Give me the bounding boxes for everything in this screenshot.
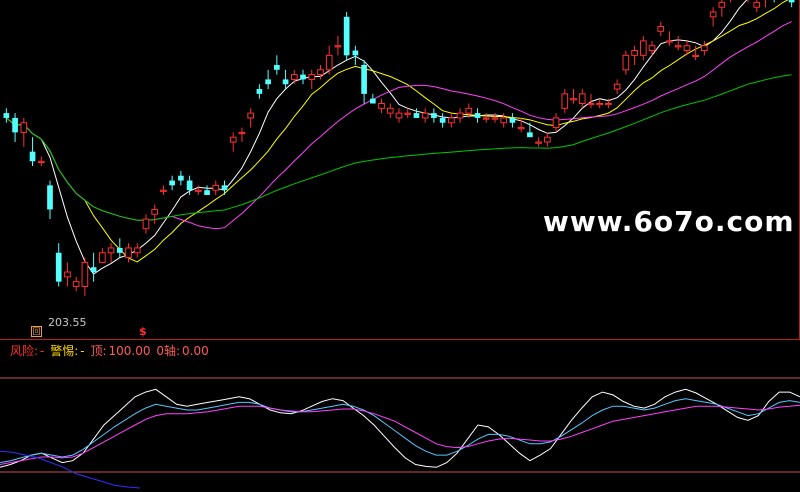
candle	[247, 108, 255, 128]
candle	[788, 0, 795, 8]
candle	[12, 113, 18, 143]
candle	[378, 98, 385, 114]
candle	[325, 45, 333, 75]
candle	[404, 108, 412, 118]
candle	[64, 262, 71, 287]
top-value: 100.00	[108, 344, 151, 358]
candle	[116, 238, 123, 258]
candle	[274, 55, 280, 75]
candle	[317, 64, 324, 80]
candle	[90, 252, 97, 282]
warn-value: -	[80, 344, 85, 358]
candle	[527, 122, 533, 138]
candle	[718, 0, 726, 17]
candle	[666, 31, 673, 46]
indicator-chart	[0, 377, 800, 489]
ma20-line	[6, 21, 792, 230]
min-price-label: 203.55	[48, 316, 87, 329]
candle	[282, 69, 289, 90]
candle	[561, 89, 569, 114]
signal-marker: $	[139, 325, 147, 338]
warn-label: 警惕:	[50, 344, 79, 358]
candle	[552, 113, 560, 133]
candle	[169, 175, 175, 191]
main-price-chart	[0, 0, 800, 340]
candle	[578, 89, 586, 109]
candle	[204, 185, 210, 195]
candle	[212, 180, 220, 195]
candle	[631, 45, 638, 65]
candle	[133, 243, 141, 258]
candle	[81, 257, 89, 297]
candle	[142, 214, 150, 234]
candle	[29, 137, 36, 167]
candle	[361, 60, 367, 104]
candle	[639, 36, 647, 61]
candle	[194, 185, 202, 195]
candle	[99, 247, 106, 263]
candle	[657, 21, 665, 37]
candle	[395, 108, 403, 123]
axis-value: 0.00	[182, 344, 209, 358]
candle	[535, 137, 542, 147]
candle	[474, 108, 481, 123]
indicator-fast-line	[0, 388, 800, 468]
candle	[543, 132, 551, 147]
candle	[622, 50, 630, 75]
min-price-marker: 回	[31, 326, 42, 337]
candle	[386, 103, 394, 118]
candle	[456, 108, 464, 123]
candlestick-series	[3, 0, 795, 297]
candle	[701, 40, 708, 56]
candle	[570, 89, 577, 104]
candle	[431, 108, 437, 123]
candle	[3, 108, 10, 123]
risk-label: 风险:	[10, 344, 39, 358]
candle	[72, 276, 80, 292]
axis-label: 0轴:	[156, 344, 180, 358]
candle	[37, 156, 45, 167]
candle	[334, 36, 342, 56]
candle	[709, 7, 717, 27]
candle	[221, 180, 228, 195]
candle	[369, 93, 376, 104]
candle	[47, 180, 53, 220]
ma60-line	[6, 74, 792, 221]
candle	[352, 45, 359, 65]
candle	[178, 170, 184, 186]
candle	[413, 108, 420, 118]
candle	[764, 0, 766, 8]
candle	[229, 132, 237, 152]
risk-value: -	[40, 344, 45, 358]
candle	[730, 0, 732, 3]
candle	[753, 0, 761, 12]
candle	[55, 243, 62, 287]
candle	[613, 79, 621, 94]
candle	[773, 0, 775, 3]
candle	[20, 117, 28, 147]
candle	[290, 69, 298, 85]
indicator-lines	[0, 388, 800, 489]
candle	[256, 84, 263, 99]
candle	[151, 204, 159, 224]
candle	[509, 113, 516, 128]
candle	[421, 108, 429, 123]
top-label: 顶:	[90, 344, 107, 358]
candle	[107, 243, 115, 263]
watermark-text: www.6o7o.com	[543, 205, 795, 238]
candle	[265, 69, 271, 90]
candle	[343, 12, 350, 61]
candle	[300, 69, 306, 85]
candle	[238, 127, 246, 143]
candle	[160, 185, 167, 195]
candle	[596, 98, 604, 109]
candle	[674, 36, 682, 51]
candle	[439, 113, 446, 128]
indicator-legend: 风险: - 警惕: - 顶: 100.00 0轴: 0.00	[10, 342, 211, 359]
candle	[448, 113, 455, 128]
candle	[308, 69, 316, 90]
